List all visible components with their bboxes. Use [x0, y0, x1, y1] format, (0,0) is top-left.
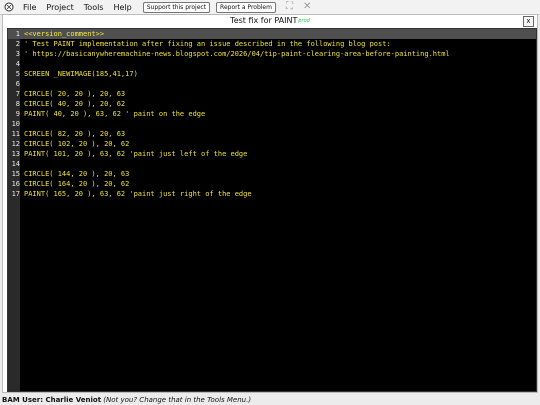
menu-help[interactable]: Help [108, 3, 136, 12]
line-number: 9 [15, 110, 20, 118]
code-line[interactable]: 3 ' https://basicanywheremachine-news.blo… [8, 49, 536, 59]
menu-file[interactable]: File [18, 3, 41, 12]
code-lines: 1 <<version_comment>> 2 ' Test PAINT implem… [8, 29, 536, 199]
line-number: 8 [15, 100, 20, 108]
fullscreen-icon[interactable]: ⛶ [286, 2, 293, 12]
user-hint: (Not you? Change that in the Tools Menu.… [103, 396, 252, 404]
code-line[interactable]: 15 CIRCLE( 144, 20 ), 20, 63 [8, 169, 536, 179]
code-line[interactable]: 10 [8, 119, 536, 129]
window-titlebar: Test fix for PAINTprod x [3, 15, 537, 27]
close-icon[interactable]: ✕ [303, 2, 311, 12]
support-project-button[interactable]: Support this project [142, 1, 211, 13]
line-code: CIRCLE( 144, 20 ), 20, 63 [24, 170, 130, 178]
line-number: 2 [15, 40, 20, 48]
line-number: 6 [15, 80, 20, 88]
line-number: 12 [11, 140, 20, 148]
code-line[interactable]: 14 [8, 159, 536, 169]
line-code: ' https://basicanywheremachine-news.blog… [24, 50, 450, 58]
line-number: 17 [11, 190, 20, 198]
line-number: 7 [15, 90, 20, 98]
line-code: CIRCLE( 82, 20 ), 20, 63 [24, 130, 126, 138]
code-line[interactable]: 16 CIRCLE( 164, 20 ), 20, 62 [8, 179, 536, 189]
window-close-button[interactable]: x [523, 16, 534, 27]
code-line[interactable]: 4 [8, 59, 536, 69]
code-line[interactable]: 17 PAINT( 165, 20 ), 63, 62 'paint just r… [8, 189, 536, 199]
line-code: CIRCLE( 164, 20 ), 20, 62 [24, 180, 130, 188]
prod-badge: prod [298, 18, 310, 24]
line-number: 4 [15, 60, 20, 68]
editor-window: Test fix for PAINTprod x 1 <<version_comm… [2, 14, 538, 393]
line-code: CIRCLE( 20, 20 ), 20, 63 [24, 90, 126, 98]
code-line[interactable]: 11 CIRCLE( 82, 20 ), 20, 63 [8, 129, 536, 139]
code-line[interactable]: 6 [8, 79, 536, 89]
line-code: PAINT( 40, 20 ), 63, 62 ' paint on the e… [24, 110, 206, 118]
line-code: <<version_comment>> [24, 30, 105, 38]
line-number: 1 [15, 30, 20, 38]
code-line[interactable]: 13 PAINT( 101, 20 ), 63, 62 'paint just l… [8, 149, 536, 159]
code-line[interactable]: 5 SCREEN _NEWIMAGE(185,41,17) [8, 69, 536, 79]
status-bar: BAM User: Charlie Veniot (Not you? Chang… [0, 395, 540, 405]
line-code: ' Test PAINT implementation after fixing… [24, 40, 391, 48]
line-code: PAINT( 165, 20 ), 63, 62 'paint just rig… [24, 190, 252, 198]
code-line[interactable]: 7 CIRCLE( 20, 20 ), 20, 63 [8, 89, 536, 99]
window-title: Test fix for PAINT [230, 16, 298, 25]
code-line[interactable]: 9 PAINT( 40, 20 ), 63, 62 ' paint on the … [8, 109, 536, 119]
line-number: 10 [11, 120, 20, 128]
menu-project[interactable]: Project [41, 3, 78, 12]
line-code: PAINT( 101, 20 ), 63, 62 'paint just lef… [24, 150, 248, 158]
code-line[interactable]: 2 ' Test PAINT implementation after fixin… [8, 39, 536, 49]
line-number: 15 [11, 170, 20, 178]
line-number: 5 [15, 70, 20, 78]
line-code: CIRCLE( 40, 20 ), 20, 62 [24, 100, 126, 108]
line-number: 14 [11, 160, 20, 168]
line-number: 16 [11, 180, 20, 188]
top-menu-bar: File Project Tools Help Support this pro… [0, 0, 540, 15]
code-line[interactable]: 1 <<version_comment>> [8, 29, 536, 39]
code-editor[interactable]: 1 <<version_comment>> 2 ' Test PAINT implem… [7, 28, 537, 392]
code-line[interactable]: 8 CIRCLE( 40, 20 ), 20, 62 [8, 99, 536, 109]
line-number: 11 [11, 130, 20, 138]
user-label: BAM User: Charlie Veniot [2, 396, 102, 404]
line-number: 13 [11, 150, 20, 158]
app-logo-icon [4, 2, 14, 12]
line-code: CIRCLE( 102, 20 ), 20, 62 [24, 140, 130, 148]
line-number: 3 [15, 50, 20, 58]
menu-tools[interactable]: Tools [79, 3, 109, 12]
report-problem-button[interactable]: Report a Problem [216, 1, 276, 13]
line-code: SCREEN _NEWIMAGE(185,41,17) [24, 70, 138, 78]
code-line[interactable]: 12 CIRCLE( 102, 20 ), 20, 62 [8, 139, 536, 149]
